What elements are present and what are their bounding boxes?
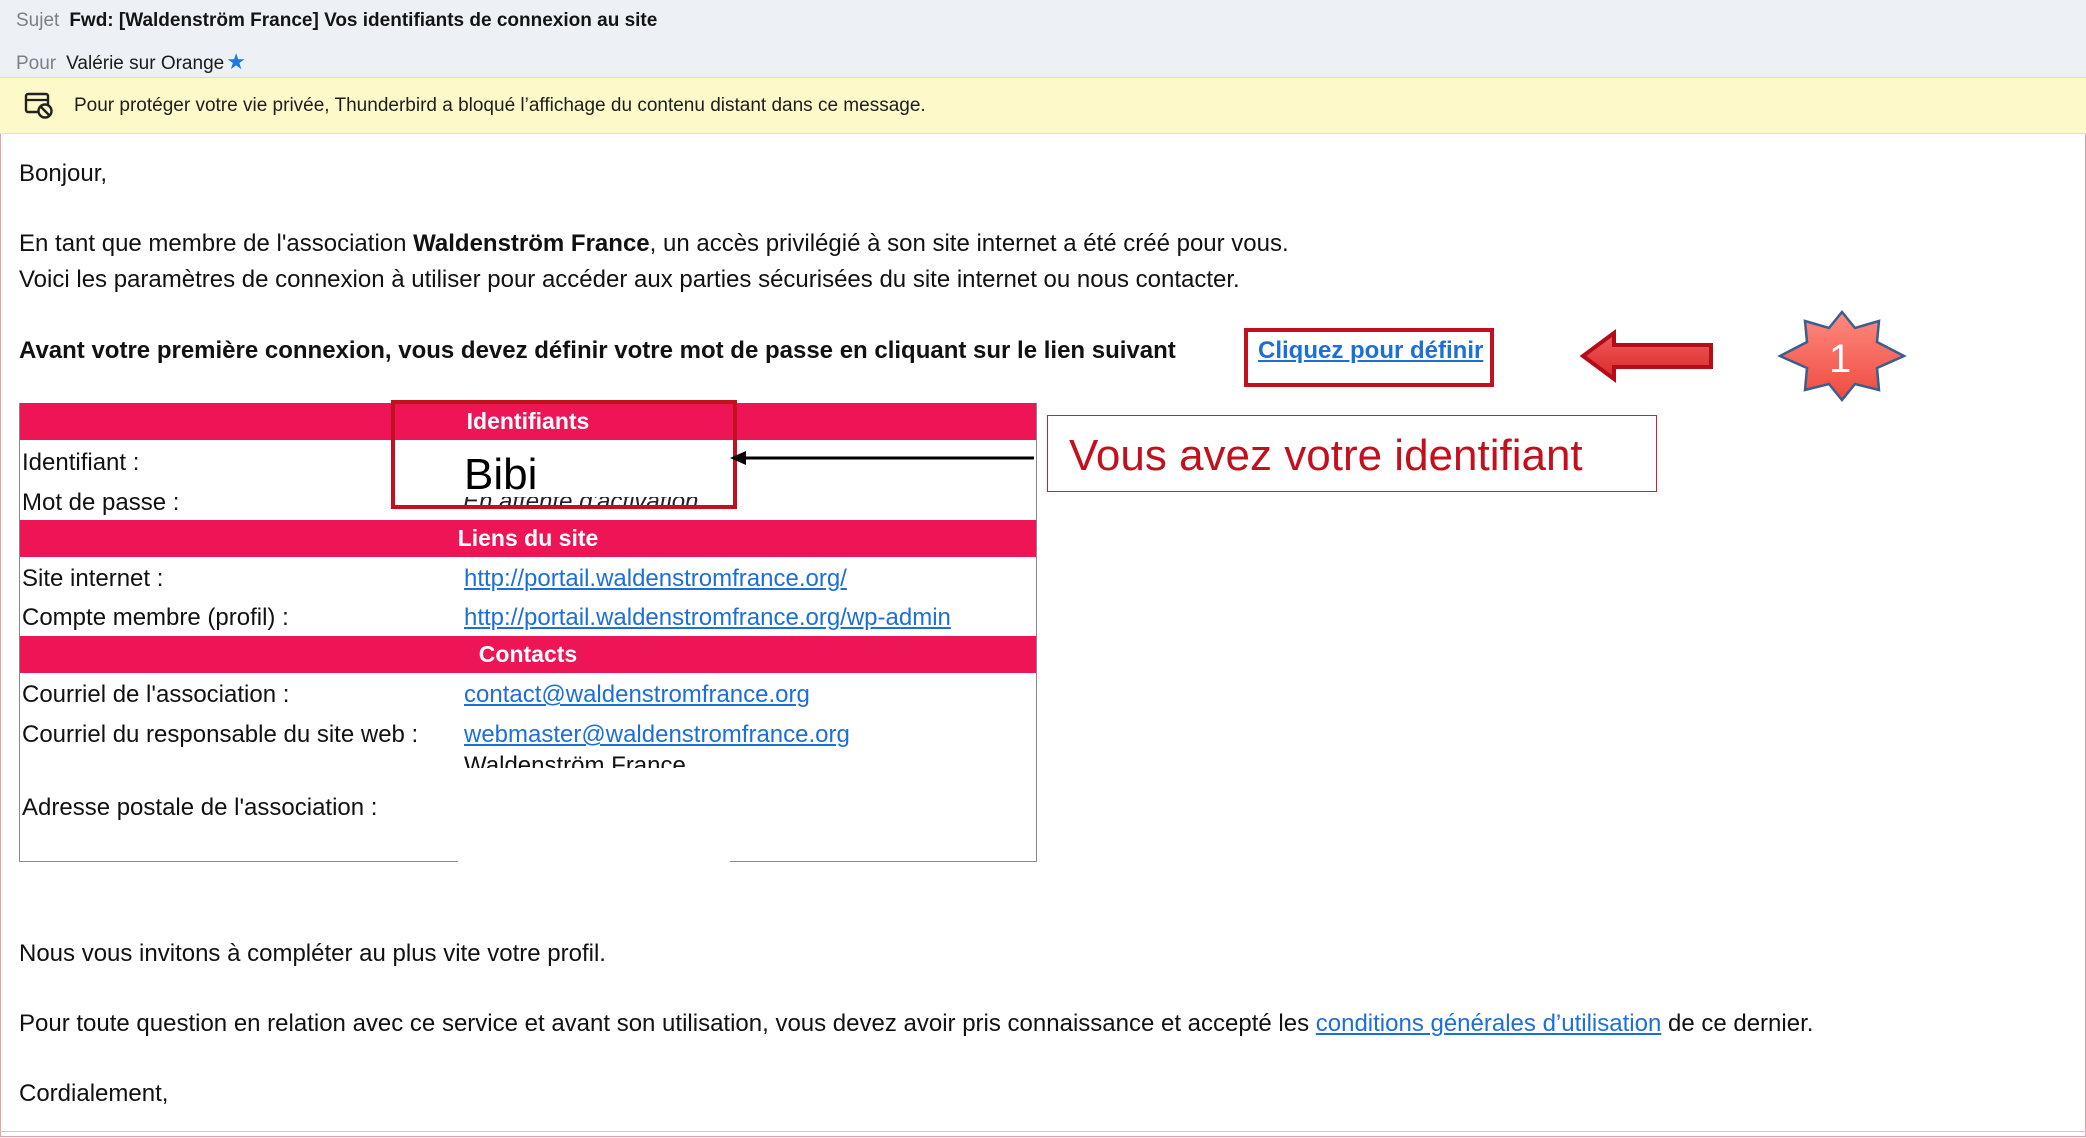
site-link: http://portail.waldenstromfrance.org/ <box>464 565 847 593</box>
assoc-email: contact@waldenstromfrance.org <box>464 681 810 709</box>
intro-suffix: , un accès privilégié à son site interne… <box>649 230 1289 257</box>
question-prefix: Pour toute question en relation avec ce … <box>19 1010 1316 1037</box>
redacted-area <box>458 780 730 865</box>
intro-prefix: En tant que membre de l'association <box>19 230 414 257</box>
remote-content-blocked-icon[interactable] <box>24 91 54 119</box>
postal-address-partial-text: Waldenström France <box>464 755 686 768</box>
subject-text[interactable]: Fwd: [Waldenström France] Vos identifian… <box>69 10 657 31</box>
pointer-arrow <box>1579 329 1713 383</box>
step-number: 1 <box>1829 337 1852 381</box>
star-icon[interactable]: ★ <box>226 49 246 74</box>
question-suffix: de ce dernier. <box>1661 1010 1814 1037</box>
callout-arrow <box>730 451 1034 465</box>
terms-link[interactable]: conditions générales d’utilisation <box>1316 1010 1662 1037</box>
recipient-label: Pour <box>16 53 57 74</box>
org-name: Waldenström France <box>413 230 650 257</box>
site-url[interactable]: http://portail.waldenstromfrance.org/ <box>464 565 847 592</box>
subject-label: Sujet <box>16 10 60 31</box>
assoc-email-link[interactable]: contact@waldenstromfrance.org <box>464 681 810 708</box>
invite-text: Nous vous invitons à compléter au plus v… <box>19 940 606 967</box>
subject-row: Sujet Fwd: [Waldenström France] Vos ident… <box>16 10 657 32</box>
banner-text: Pour protéger votre vie privée, Thunderb… <box>74 95 926 116</box>
closing-text: Cordialement, <box>19 1080 169 1107</box>
first-login-text: Avant votre première connexion, vous dev… <box>19 337 1176 364</box>
recipient-name[interactable]: Valérie sur Orange <box>66 53 224 74</box>
account-label: Compte membre (profil) : <box>22 604 289 631</box>
site-label: Site internet : <box>22 565 164 592</box>
postal-label: Adresse postale de l'association : <box>22 794 378 821</box>
remote-content-banner: Pour protéger votre vie privée, Thunderb… <box>0 78 2086 134</box>
account-url[interactable]: http://portail.waldenstromfrance.org/wp-… <box>464 604 951 631</box>
section-contacts: Contacts <box>20 636 1036 673</box>
identifiant-value: Bibi <box>464 450 538 499</box>
greeting: Bonjour, <box>19 160 108 187</box>
section-liens: Liens du site <box>20 520 1036 557</box>
bottom-divider <box>0 1131 2086 1132</box>
question-text: Pour toute question en relation avec ce … <box>19 1010 1813 1038</box>
webmaster-email: webmaster@waldenstromfrance.org <box>464 721 850 749</box>
recipient-row: Pour Valérie sur Orange★ <box>16 49 246 75</box>
identifiant-box-fill <box>395 445 725 497</box>
webmaster-email-link[interactable]: webmaster@waldenstromfrance.org <box>464 721 850 748</box>
identifiant-label: Identifiant : <box>22 449 140 476</box>
message-header: Sujet Fwd: [Waldenström France] Vos ident… <box>0 0 2086 78</box>
assoc-email-label: Courriel de l'association : <box>22 681 290 708</box>
intro-line-1: En tant que membre de l'association Wald… <box>19 230 1289 258</box>
webmaster-label: Courriel du responsable du site web : <box>22 721 419 748</box>
intro-line-2: Voici les paramètres de connexion à util… <box>19 266 1240 293</box>
account-link: http://portail.waldenstromfrance.org/wp-… <box>464 604 951 632</box>
password-label: Mot de passe : <box>22 489 180 516</box>
link-highlight-box <box>1244 328 1494 387</box>
postal-address-partial: Waldenström France <box>464 755 686 768</box>
callout-text: Vous avez votre identifiant <box>1069 431 1583 480</box>
